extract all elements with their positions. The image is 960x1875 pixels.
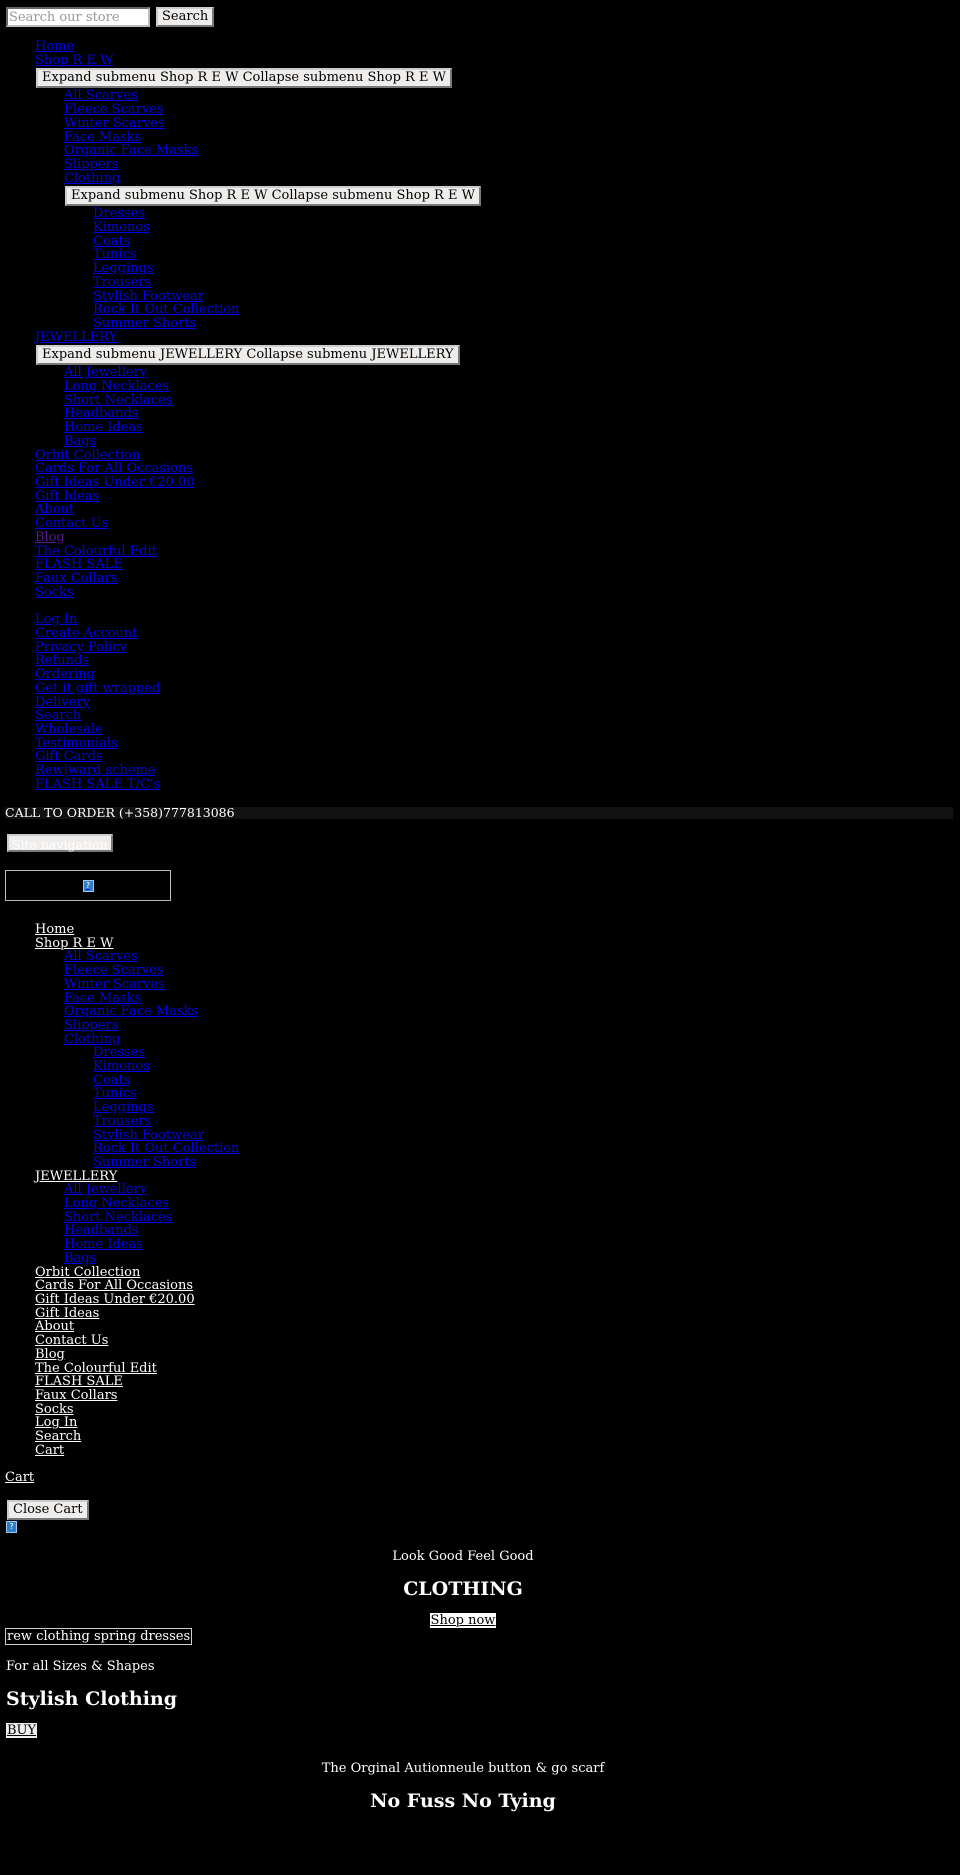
footer-link-item[interactable]: FLASH SALE T/C's [35,777,160,792]
hero2-kicker: For all Sizes & Shapes [6,1659,155,1674]
hero3-title: No Fuss No Tying [370,1790,556,1812]
primary-nav: Home Shop R E W Expand submenu Shop R E … [35,40,481,791]
close-cart-button[interactable]: Close Cart [7,1500,89,1520]
shop-submenu-toggle[interactable]: Expand submenu Shop R E W Collapse subme… [36,68,452,89]
broken-image-icon: ? [82,879,94,892]
nav-clothing[interactable]: Clothing [64,171,120,186]
drawer-nav-item[interactable]: Socks [35,585,74,600]
clothing-submenu-toggle[interactable]: Expand submenu Shop R E W Collapse subme… [65,186,481,207]
search-button[interactable]: Search [156,7,215,27]
hero1-title: CLOTHING [403,1578,523,1600]
hero2-title: Stylish Clothing [6,1688,178,1710]
site-navigation-button[interactable]: Site navigation [7,834,113,852]
logo-link[interactable]: ? [5,870,171,901]
header-nav-extra-item[interactable]: Cart [35,1443,64,1458]
header-nav: Home Shop R E W All Scarves Fleece Scarve… [35,923,239,1457]
jewellery-submenu-toggle[interactable]: Expand submenu JEWELLERY Collapse submen… [36,345,460,366]
search-input[interactable] [6,7,150,27]
nav-shop[interactable]: Shop R E W [35,53,113,68]
hero1-kicker: Look Good Feel Good [392,1549,534,1564]
cart-link[interactable]: Cart [5,1471,34,1485]
broken-image-icon: ? [6,1521,17,1533]
shop-now-link[interactable]: Shop now [429,1613,497,1628]
search-form: Search [6,7,215,27]
call-to-order-bar: CALL TO ORDER (+358)777813086 [5,806,953,819]
hero-image-alt: rew clothing spring dresses [5,1628,193,1645]
nav-jewellery[interactable]: JEWELLERY [35,330,117,345]
hero3-kicker: The Orginal Autionneule button & go scar… [321,1761,605,1776]
buy-link[interactable]: BUY [6,1723,38,1738]
